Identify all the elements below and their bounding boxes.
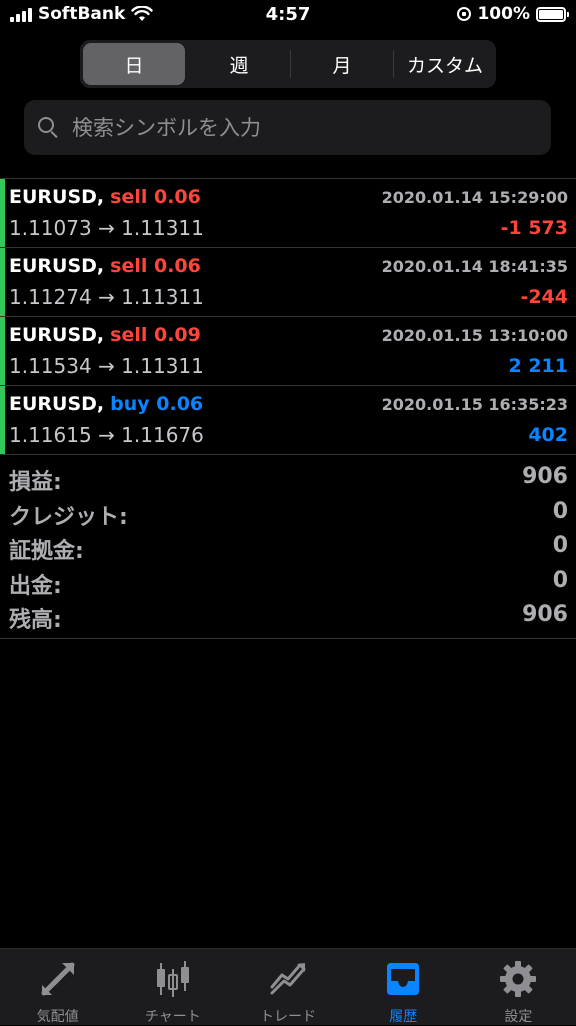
trade-type-volume: buy 0.06 bbox=[110, 393, 204, 415]
tab-label: チャート bbox=[144, 1009, 201, 1025]
trade-history-list: EURUSD, sell 0.06 2020.01.14 15:29:00 1.1… bbox=[0, 178, 576, 455]
tab-chart[interactable]: チャート bbox=[115, 949, 230, 1025]
summary-value: 0 bbox=[552, 567, 568, 593]
tab-label: トレード bbox=[260, 1009, 316, 1025]
trade-time: 2020.01.14 18:41:35 bbox=[381, 257, 568, 276]
search-bar[interactable] bbox=[24, 100, 551, 155]
trade-icon bbox=[268, 959, 308, 999]
trade-prices: 1.11534 → 1.11311 bbox=[9, 354, 204, 378]
summary-label: クレジット: bbox=[9, 504, 128, 530]
status-bar: SoftBank 4:57 100% bbox=[0, 0, 576, 32]
trade-title: EURUSD, sell 0.06 bbox=[9, 255, 201, 277]
tab-trade[interactable]: トレード bbox=[230, 949, 345, 1025]
trade-time: 2020.01.15 16:35:23 bbox=[381, 395, 568, 414]
summary-row-credit: クレジット: 0 bbox=[0, 497, 576, 532]
summary-row-withdrawal: 出金: 0 bbox=[0, 566, 576, 601]
battery-percentage: 100% bbox=[477, 4, 530, 24]
summary-value: 0 bbox=[552, 498, 568, 524]
tab-settings[interactable]: 設定 bbox=[461, 949, 576, 1025]
search-icon bbox=[38, 116, 60, 139]
trade-symbol: EURUSD, bbox=[9, 255, 105, 277]
summary-value: 906 bbox=[522, 602, 568, 627]
trade-type-volume: sell 0.09 bbox=[110, 324, 201, 346]
summary-label: 損益: bbox=[9, 470, 62, 495]
trade-row[interactable]: EURUSD, sell 0.09 2020.01.15 13:10:00 1.1… bbox=[0, 317, 576, 386]
trade-prices: 1.11274 → 1.11311 bbox=[9, 285, 204, 309]
trade-type-volume: sell 0.06 bbox=[110, 186, 201, 208]
period-segmented-control: 日 週 月 カスタム bbox=[80, 40, 496, 88]
segment-custom[interactable]: カスタム bbox=[394, 40, 496, 88]
candlestick-chart-icon bbox=[153, 959, 193, 999]
tab-bar: 気配値 チャート トレード 履歴 設定 bbox=[0, 948, 576, 1025]
trade-profit: -244 bbox=[520, 286, 568, 308]
trade-row[interactable]: EURUSD, sell 0.06 2020.01.14 15:29:00 1.1… bbox=[0, 179, 576, 248]
quotes-icon bbox=[38, 959, 78, 999]
trade-time: 2020.01.15 13:10:00 bbox=[381, 326, 568, 345]
tab-history[interactable]: 履歴 bbox=[346, 949, 461, 1025]
trade-prices: 1.11073 → 1.11311 bbox=[9, 216, 204, 240]
trade-symbol: EURUSD, bbox=[9, 324, 105, 346]
account-summary: 損益: 906 クレジット: 0 証拠金: 0 出金: 0 残高: 906 bbox=[0, 462, 576, 639]
segment-week[interactable]: 週 bbox=[188, 40, 290, 88]
trade-profit: -1 573 bbox=[500, 217, 568, 239]
summary-row-profit: 損益: 906 bbox=[0, 462, 576, 497]
status-right: 100% bbox=[457, 4, 569, 24]
history-inbox-icon bbox=[383, 959, 423, 999]
tab-label: 気配値 bbox=[36, 1009, 79, 1025]
trade-title: EURUSD, sell 0.09 bbox=[9, 324, 201, 346]
trade-profit: 2 211 bbox=[508, 355, 569, 377]
summary-row-balance: 残高: 906 bbox=[0, 600, 576, 635]
summary-label: 出金: bbox=[9, 573, 62, 599]
summary-value: 906 bbox=[522, 464, 568, 489]
summary-value: 0 bbox=[552, 533, 568, 558]
tab-quotes[interactable]: 気配値 bbox=[0, 949, 115, 1025]
trade-indicator-bar bbox=[0, 317, 5, 385]
tab-label: 履歴 bbox=[389, 1009, 418, 1025]
orientation-lock-icon bbox=[457, 7, 472, 21]
trade-symbol: EURUSD, bbox=[9, 393, 105, 415]
trade-row[interactable]: EURUSD, buy 0.06 2020.01.15 16:35:23 1.11… bbox=[0, 386, 576, 455]
trade-time: 2020.01.14 15:29:00 bbox=[381, 188, 568, 207]
tab-label: 設定 bbox=[504, 1009, 533, 1025]
summary-label: 証拠金: bbox=[9, 539, 84, 564]
trade-title: EURUSD, sell 0.06 bbox=[9, 186, 201, 208]
segment-month[interactable]: 月 bbox=[291, 40, 393, 88]
trade-symbol: EURUSD, bbox=[9, 186, 105, 208]
summary-row-margin: 証拠金: 0 bbox=[0, 531, 576, 566]
trade-row[interactable]: EURUSD, sell 0.06 2020.01.14 18:41:35 1.1… bbox=[0, 248, 576, 317]
search-input[interactable] bbox=[70, 114, 551, 141]
trade-indicator-bar bbox=[0, 386, 5, 454]
summary-label: 残高: bbox=[9, 608, 62, 633]
trade-type-volume: sell 0.06 bbox=[110, 255, 201, 277]
trade-title: EURUSD, buy 0.06 bbox=[9, 393, 203, 415]
trade-indicator-bar bbox=[0, 248, 5, 316]
trade-prices: 1.11615 → 1.11676 bbox=[9, 423, 204, 447]
battery-icon bbox=[536, 6, 569, 22]
gear-icon bbox=[498, 959, 538, 999]
trade-indicator-bar bbox=[0, 179, 5, 247]
segment-day[interactable]: 日 bbox=[83, 43, 185, 85]
trade-profit: 402 bbox=[528, 424, 568, 446]
